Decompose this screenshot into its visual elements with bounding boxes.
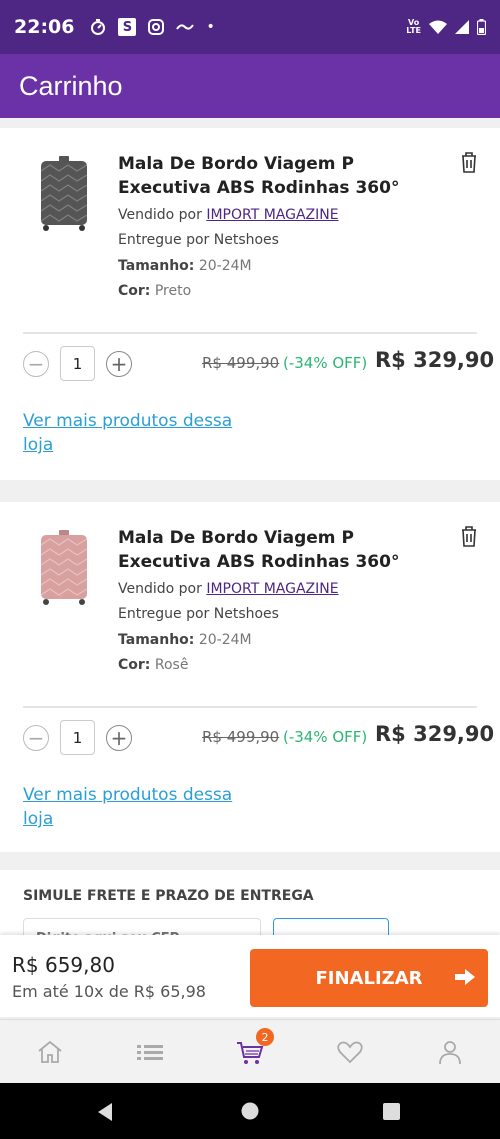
seller-link[interactable]: IMPORT MAGAZINE bbox=[206, 581, 338, 597]
discount-label: (-34% OFF) bbox=[283, 354, 368, 372]
more-notifications-icon: • bbox=[206, 19, 215, 35]
product-image[interactable] bbox=[38, 156, 90, 232]
ifood-icon bbox=[176, 24, 195, 30]
color-info: Cor: Preto bbox=[118, 283, 192, 299]
quantity-field[interactable]: 1 bbox=[60, 346, 95, 381]
seller-link[interactable]: IMPORT MAGAZINE bbox=[206, 207, 338, 223]
size-info: Tamanho: 20-24M bbox=[118, 258, 252, 274]
trash-icon[interactable] bbox=[458, 150, 480, 174]
system-navigation-bar bbox=[0, 1083, 500, 1139]
cart-count-badge: 2 bbox=[256, 1028, 274, 1046]
delivered-by: Entregue por Netshoes bbox=[118, 606, 279, 622]
discount-label: (-34% OFF) bbox=[283, 728, 368, 746]
cart-total: R$ 659,80 bbox=[12, 953, 115, 977]
app-bar: Carrinho bbox=[0, 54, 500, 118]
divider bbox=[23, 332, 477, 334]
cart-item: Mala De Bordo Viagem P Executiva ABS Rod… bbox=[0, 128, 500, 480]
home-button-icon[interactable] bbox=[241, 1102, 259, 1120]
price: R$ 329,90 bbox=[375, 348, 495, 372]
status-time: 22:06 bbox=[14, 16, 75, 38]
quantity-field[interactable]: 1 bbox=[60, 720, 95, 755]
product-title[interactable]: Mala De Bordo Viagem P Executiva ABS Rod… bbox=[118, 152, 448, 200]
product-image[interactable] bbox=[38, 530, 90, 606]
installments-info: Em até 10x de R$ 65,98 bbox=[12, 982, 206, 1001]
decrease-quantity-button[interactable]: − bbox=[23, 725, 49, 751]
old-price: R$ 499,90 bbox=[202, 728, 280, 746]
divider bbox=[23, 706, 477, 708]
decrease-quantity-button[interactable]: − bbox=[23, 351, 49, 377]
sold-by: Vendido por IMPORT MAGAZINE bbox=[118, 581, 339, 597]
volte-icon: Vo LTE bbox=[406, 18, 421, 35]
heart-icon[interactable] bbox=[336, 1038, 364, 1066]
arrow-right-icon bbox=[455, 969, 475, 985]
user-icon[interactable] bbox=[436, 1038, 464, 1066]
more-products-link[interactable]: Ver mais produtos dessa loja bbox=[23, 409, 233, 457]
home-icon[interactable] bbox=[36, 1038, 64, 1066]
more-products-link[interactable]: Ver mais produtos dessa loja bbox=[23, 783, 233, 831]
list-icon[interactable] bbox=[136, 1038, 164, 1066]
instagram-icon bbox=[148, 19, 165, 35]
checkout-button[interactable]: FINALIZAR bbox=[250, 949, 488, 1007]
checkout-bar: R$ 659,80 Em até 10x de R$ 65,98 FINALIZ… bbox=[0, 935, 500, 1017]
system-icons: Vo LTE bbox=[406, 19, 486, 35]
app-s-icon: S bbox=[118, 18, 137, 36]
recents-icon[interactable] bbox=[383, 1103, 400, 1120]
shipping-title: SIMULE FRETE E PRAZO DE ENTREGA bbox=[23, 888, 314, 904]
old-price: R$ 499,90 bbox=[202, 354, 280, 372]
signal-icon bbox=[455, 20, 469, 34]
increase-quantity-button[interactable]: + bbox=[106, 351, 132, 377]
color-info: Cor: Rosê bbox=[118, 657, 189, 673]
status-bar: 22:06 S • Vo LTE bbox=[0, 0, 500, 54]
wifi-icon bbox=[429, 20, 447, 34]
sold-by: Vendido por IMPORT MAGAZINE bbox=[118, 207, 339, 223]
increase-quantity-button[interactable]: + bbox=[106, 725, 132, 751]
battery-icon bbox=[477, 19, 486, 35]
size-info: Tamanho: 20-24M bbox=[118, 632, 252, 648]
back-icon[interactable] bbox=[96, 1102, 114, 1122]
delivered-by: Entregue por Netshoes bbox=[118, 232, 279, 248]
checkout-label: FINALIZAR bbox=[315, 967, 423, 989]
notification-icons: S • bbox=[90, 18, 215, 36]
trash-icon[interactable] bbox=[458, 524, 480, 548]
page-title: Carrinho bbox=[19, 70, 123, 101]
timer-icon bbox=[91, 19, 106, 35]
product-title[interactable]: Mala De Bordo Viagem P Executiva ABS Rod… bbox=[118, 526, 448, 574]
price: R$ 329,90 bbox=[375, 722, 495, 746]
cart-item: Mala De Bordo Viagem P Executiva ABS Rod… bbox=[0, 502, 500, 852]
bottom-navigation bbox=[0, 1019, 500, 1083]
